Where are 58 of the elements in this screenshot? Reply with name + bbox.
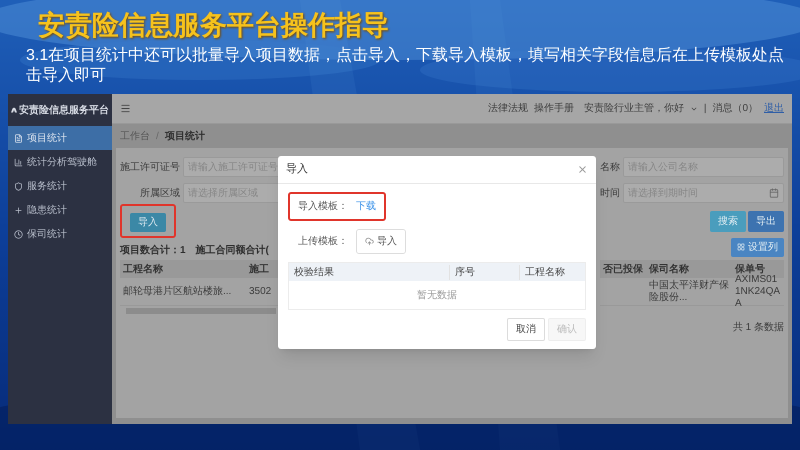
column-header: 保司名称 (648, 262, 690, 276)
cancel-button[interactable]: 取消 (507, 318, 545, 341)
bar-chart-icon (14, 158, 23, 166)
export-button[interactable]: 导出 (748, 210, 784, 232)
logo-icon (11, 105, 17, 115)
table-cell: 中国太平洋财产保险股份... (649, 280, 729, 302)
table-cell: AXIMS011NK24QAA (735, 274, 780, 308)
filter-label: 所属区域 (139, 186, 180, 200)
grid-icon (737, 243, 745, 251)
column-header: 保单号 (734, 262, 766, 275)
table-cell-text: 邮轮母港片区航站楼旅... (122, 284, 232, 299)
app-brand: 安责险信息服务平台 (19, 103, 109, 118)
filter-label: 名称 (600, 160, 620, 174)
clock-icon (14, 230, 23, 238)
column-header: 工程名称 (519, 264, 585, 280)
column-header: 工程名称 (122, 262, 164, 276)
total-count: 共 1 条数据 (732, 320, 784, 335)
sidebar-item[interactable]: 项目统计 (8, 126, 112, 150)
column-settings-button[interactable]: 设置列 (731, 238, 784, 256)
sidebar-item[interactable]: 隐患统计 (8, 198, 112, 222)
logout-link[interactable]: 退出 (764, 101, 784, 116)
calendar-icon (769, 188, 779, 198)
cloud-upload-icon (365, 237, 374, 246)
slide-title: 安责险信息服务平台操作指导 (38, 9, 390, 42)
field-label: 导入模板： (298, 200, 348, 214)
column-header: 校验结果 (293, 266, 335, 280)
download-link[interactable]: 下载 (356, 199, 376, 214)
menu-icon[interactable] (120, 103, 131, 114)
upload-button[interactable]: 导入 (356, 229, 406, 254)
column-header: 否已投保 (602, 262, 644, 276)
messages-link[interactable]: 消息（0） (712, 101, 758, 116)
dialog-title: 导入 (286, 162, 308, 178)
divider-text: | (704, 102, 706, 116)
close-icon[interactable] (577, 164, 588, 175)
plus-icon (14, 206, 23, 214)
breadcrumb-link[interactable]: 工作台 (120, 128, 150, 144)
filter-label: 时间 (600, 186, 620, 200)
user-greeting[interactable]: 安责险行业主管，你好 (584, 101, 684, 116)
summary-text: 项目数合计：1 施工合同额合计( (120, 243, 270, 258)
sidebar-item[interactable]: 服务统计 (8, 174, 112, 198)
sidebar-item[interactable]: 保司统计 (8, 222, 112, 246)
scrollbar[interactable] (126, 308, 276, 314)
sidebar-item[interactable]: 统计分析驾驶舱 (8, 150, 112, 174)
import-button[interactable]: 导入 (130, 213, 166, 232)
header-link[interactable]: 法律法规 (488, 101, 528, 116)
column-header: 施工 (248, 262, 270, 276)
search-button[interactable]: 搜索 (710, 210, 746, 232)
field-label: 上传模板： (298, 234, 348, 249)
header-link[interactable]: 操作手册 (534, 101, 574, 116)
shield-icon (14, 182, 23, 190)
document-icon (14, 134, 23, 142)
empty-message: 暂无数据 (417, 288, 457, 302)
slide-caption: 3.1在项目统计中还可以批量导入项目数据，点击导入，下载导入模板，填写相关字段信息后在上传模板处点击导入即可 (26, 46, 786, 86)
column-header: 序号 (449, 264, 519, 280)
filter-label: 施工许可证号 (120, 160, 180, 174)
table-cell-text: 3502 (248, 285, 272, 299)
breadcrumb-separator: / (156, 130, 159, 144)
breadcrumb-current: 项目统计 (164, 130, 205, 144)
